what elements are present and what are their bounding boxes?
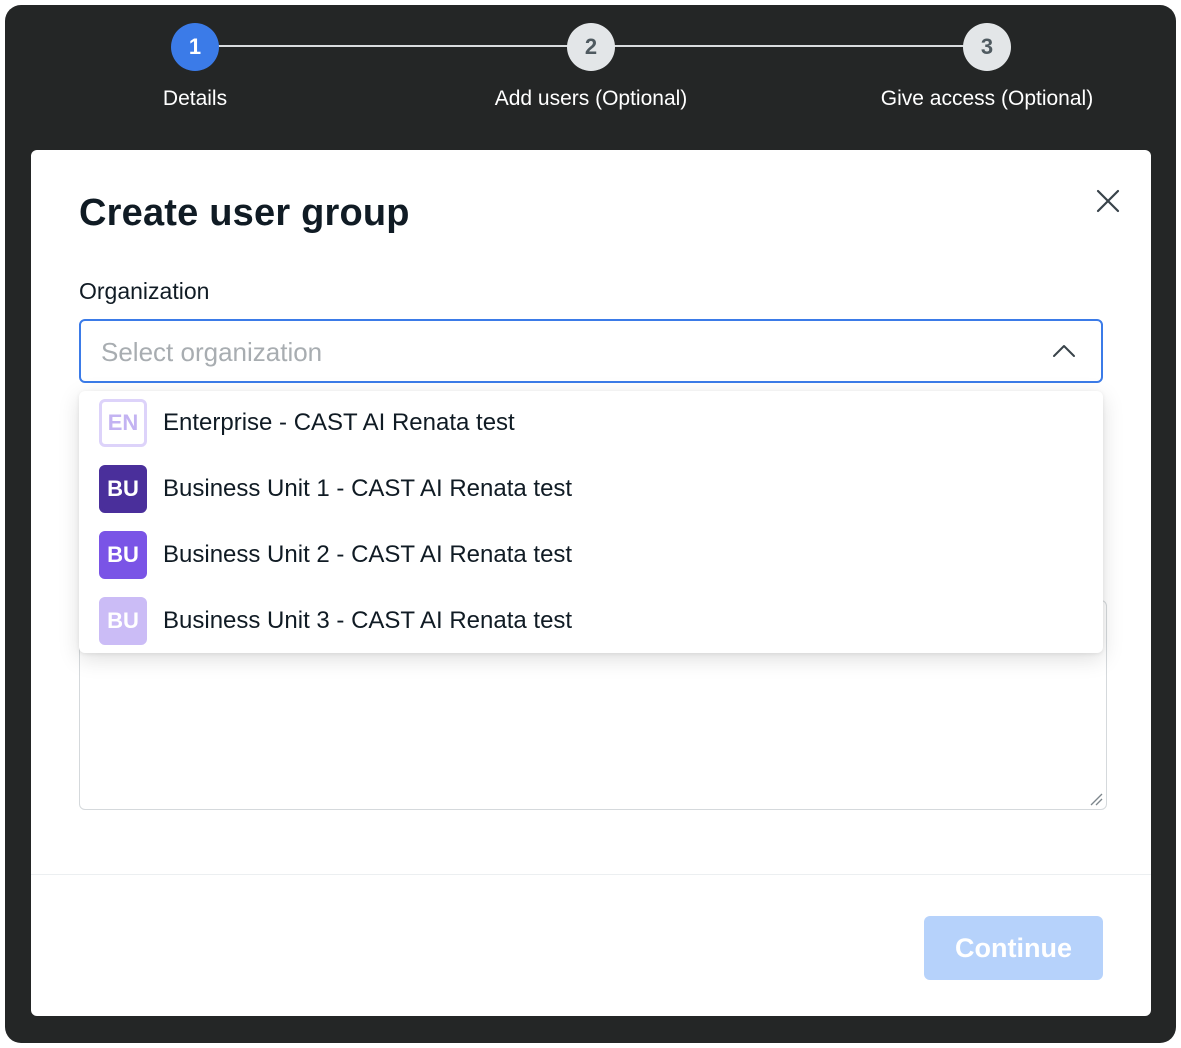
step-2-indicator[interactable]: 2 xyxy=(567,23,615,71)
app-frame: 1 2 3 Details Add users (Optional) Give … xyxy=(5,5,1176,1043)
dropdown-option-business-unit-3[interactable]: BU Business Unit 3 - CAST AI Renata test xyxy=(79,589,1103,655)
step-connector xyxy=(195,45,591,47)
dropdown-option-business-unit-2[interactable]: BU Business Unit 2 - CAST AI Renata test xyxy=(79,523,1103,589)
org-badge: BU xyxy=(99,465,147,513)
continue-button[interactable]: Continue xyxy=(924,916,1103,980)
option-label: Business Unit 1 - CAST AI Renata test xyxy=(163,475,573,502)
close-button[interactable] xyxy=(1093,186,1123,216)
step-1-indicator[interactable]: 1 xyxy=(171,23,219,71)
org-badge: BU xyxy=(99,531,147,579)
modal-title: Create user group xyxy=(79,192,410,234)
footer-divider xyxy=(31,874,1151,875)
option-label: Enterprise - CAST AI Renata test xyxy=(163,409,515,436)
stepper: 1 2 3 Details Add users (Optional) Give … xyxy=(5,5,1176,155)
step-3-indicator[interactable]: 3 xyxy=(963,23,1011,71)
organization-dropdown: EN Enterprise - CAST AI Renata test BU B… xyxy=(79,391,1103,653)
organization-label: Organization xyxy=(79,278,210,304)
organization-select-placeholder: Select organization xyxy=(101,337,323,367)
step-3-label: Give access (Optional) xyxy=(880,87,1094,110)
step-1-label: Details xyxy=(162,87,228,110)
option-label: Business Unit 2 - CAST AI Renata test xyxy=(163,541,573,568)
org-badge: BU xyxy=(99,597,147,645)
option-label: Business Unit 3 - CAST AI Renata test xyxy=(163,607,573,634)
step-connector xyxy=(591,45,987,47)
org-badge: EN xyxy=(99,399,147,447)
dropdown-option-business-unit-1[interactable]: BU Business Unit 1 - CAST AI Renata test xyxy=(79,457,1103,523)
dropdown-option-enterprise[interactable]: EN Enterprise - CAST AI Renata test xyxy=(79,391,1103,457)
organization-select[interactable]: Select organization xyxy=(79,319,1103,383)
chevron-up-icon xyxy=(1053,345,1075,357)
resize-handle-icon[interactable] xyxy=(1089,792,1103,806)
close-icon xyxy=(1096,189,1120,213)
step-2-label: Add users (Optional) xyxy=(494,87,688,110)
